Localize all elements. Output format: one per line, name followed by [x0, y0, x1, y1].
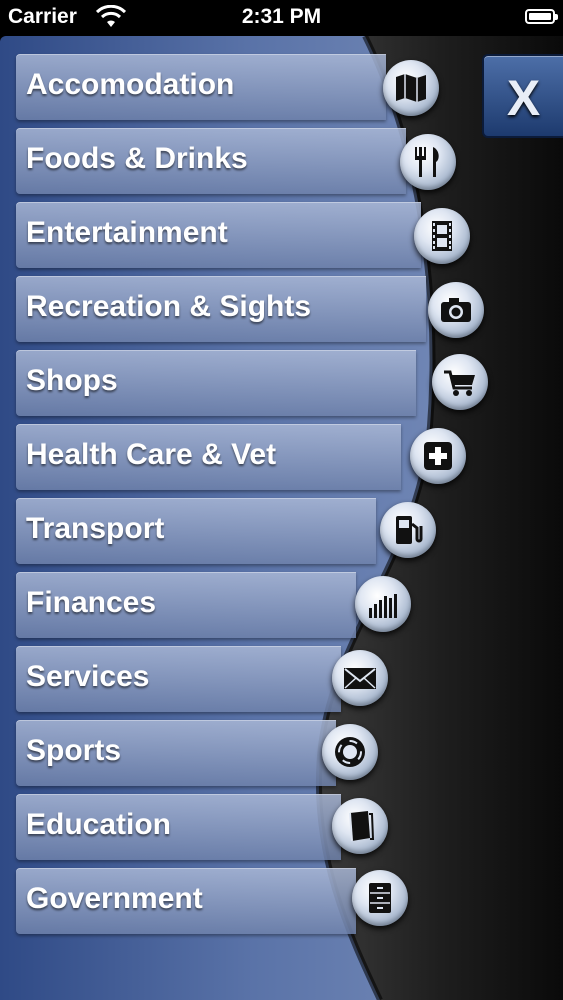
- menu-item-finances[interactable]: Finances: [16, 572, 356, 638]
- close-button[interactable]: X: [482, 54, 563, 138]
- menu-item-entertainment[interactable]: Entertainment: [16, 202, 421, 268]
- menu-item-label: Education: [26, 808, 172, 841]
- menu-item-shops[interactable]: Shops: [16, 350, 416, 416]
- clock: 2:31 PM: [241, 5, 322, 28]
- menu-item-label: Recreation & Sights: [26, 290, 312, 323]
- menu-item-label: Entertainment: [26, 216, 228, 249]
- category-menu-panel: X Accomodation Foods & Drinks Entertainm…: [0, 36, 563, 1000]
- menu-item-recreation-sights[interactable]: Recreation & Sights: [16, 276, 426, 342]
- file-cabinet-icon[interactable]: [352, 870, 408, 926]
- menu-item-label: Finances: [26, 586, 157, 619]
- menu-item-foods-drinks[interactable]: Foods & Drinks: [16, 128, 406, 194]
- menu-item-transport[interactable]: Transport: [16, 498, 376, 564]
- menu-item-label: Shops: [26, 364, 118, 397]
- menu-item-sports[interactable]: Sports: [16, 720, 336, 786]
- film-icon[interactable]: [414, 208, 470, 264]
- menu-item-label: Health Care & Vet: [26, 438, 277, 471]
- book-icon[interactable]: [332, 798, 388, 854]
- menu-item-accomodation[interactable]: Accomodation: [16, 54, 386, 120]
- fuel-pump-icon[interactable]: [380, 502, 436, 558]
- envelope-icon[interactable]: [332, 650, 388, 706]
- map-icon[interactable]: [383, 60, 439, 116]
- menu-item-health-care-vet[interactable]: Health Care & Vet: [16, 424, 401, 490]
- menu-item-education[interactable]: Education: [16, 794, 341, 860]
- battery-icon: [525, 9, 558, 24]
- menu-item-label: Foods & Drinks: [26, 142, 248, 175]
- menu-item-label: Services: [26, 660, 150, 693]
- menu-item-label: Government: [26, 882, 203, 915]
- menu-item-services[interactable]: Services: [16, 646, 341, 712]
- fork-knife-icon[interactable]: [400, 134, 456, 190]
- lifebuoy-icon[interactable]: [322, 724, 378, 780]
- bar-chart-icon[interactable]: [355, 576, 411, 632]
- menu-item-label: Transport: [26, 512, 165, 545]
- status-bar: Carrier 2:31 PM: [0, 0, 563, 36]
- camera-icon[interactable]: [428, 282, 484, 338]
- menu-item-label: Accomodation: [26, 68, 235, 101]
- close-button-label: X: [506, 70, 541, 126]
- menu-item-government[interactable]: Government: [16, 868, 356, 934]
- menu-item-label: Sports: [26, 734, 122, 767]
- cart-icon[interactable]: [432, 354, 488, 410]
- medical-cross-icon[interactable]: [410, 428, 466, 484]
